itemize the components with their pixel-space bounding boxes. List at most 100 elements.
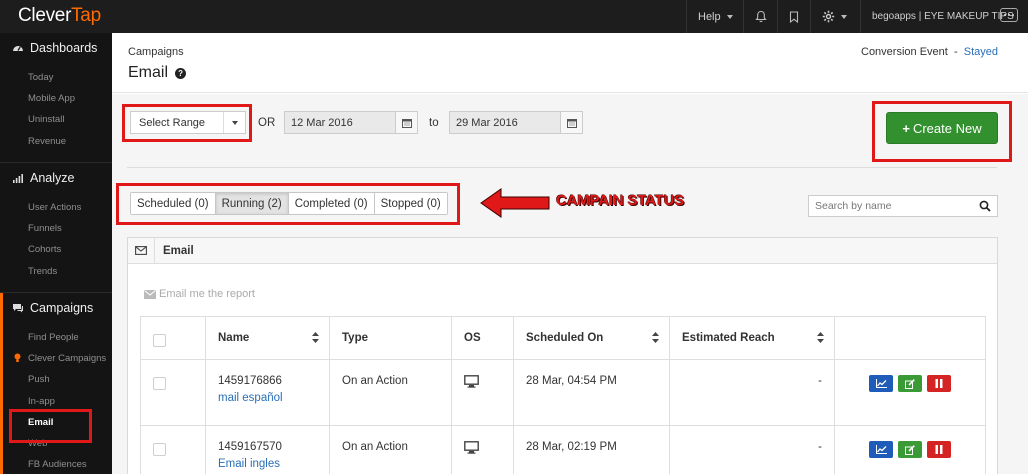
panel-title: Email [163, 245, 194, 257]
conversion-event: Conversion Event - Stayed [861, 46, 998, 58]
more-options-button[interactable] [1000, 8, 1018, 22]
sidebar-section-analyze[interactable]: Analyze [0, 163, 112, 193]
notifications-button[interactable] [755, 0, 767, 33]
dot-icon [1004, 14, 1006, 16]
pause-icon [935, 445, 943, 454]
sidebar-item-funnels[interactable]: Funnels [28, 223, 62, 234]
scheduled-on: 28 Mar, 02:19 PM [513, 425, 670, 474]
sidebar-item-clever-campaigns[interactable]: Clever Campaigns [28, 353, 106, 364]
sidebar-item-cohorts[interactable]: Cohorts [28, 244, 61, 255]
top-bar: CleverTap Help begoapps | EYE MAKEUP TIP… [0, 0, 1028, 33]
sidebar-item-mobile-app[interactable]: Mobile App [28, 93, 75, 104]
edit-icon [905, 444, 915, 455]
breadcrumb[interactable]: Campaigns [128, 46, 184, 58]
help-icon[interactable]: ? [175, 67, 187, 79]
to-label: to [429, 117, 439, 129]
row-checkbox[interactable] [153, 377, 166, 390]
dot-icon [1012, 14, 1014, 16]
line-chart-icon [875, 379, 887, 388]
dashboard-icon [13, 46, 23, 51]
calendar-icon [566, 118, 577, 128]
table-row: 1459167570 Email ingles On an Action 28 … [140, 425, 986, 474]
email-campaigns-panel: Email Email me the report Name Type OS S… [127, 237, 998, 474]
row-checkbox[interactable] [153, 443, 166, 456]
campaign-name-cell: 1459176866 mail español [205, 359, 330, 426]
view-stats-button[interactable] [869, 375, 893, 392]
sort-icon[interactable] [817, 332, 824, 343]
sidebar-item-fb-audiences[interactable]: FB Audiences [28, 459, 87, 470]
campaign-name-link[interactable]: mail español [218, 392, 317, 404]
page-header: Campaigns Email ? Conversion Event - Sta… [112, 33, 1028, 93]
calendar-button[interactable] [560, 112, 582, 133]
help-menu[interactable]: Help [698, 0, 733, 33]
pause-button[interactable] [927, 375, 951, 392]
divider [127, 167, 997, 168]
desktop-icon [464, 441, 479, 454]
search-icon[interactable] [979, 200, 991, 212]
calendar-button[interactable] [395, 112, 417, 133]
account-name[interactable]: begoapps | EYE MAKEUP TIPS [872, 0, 1014, 33]
edit-button[interactable] [898, 375, 922, 392]
sidebar-item-today[interactable]: Today [28, 72, 53, 83]
campaign-name-link[interactable]: Email ingles [218, 458, 317, 470]
bell-icon [755, 10, 767, 23]
gear-icon [822, 10, 835, 23]
panel-header: Email [128, 238, 997, 264]
sidebar-item-in-app[interactable]: In-app [28, 396, 55, 407]
from-date-field[interactable]: 12 Mar 2016 [284, 111, 418, 134]
highlight-box [122, 104, 252, 142]
row-select-cell [140, 359, 206, 426]
to-date-field[interactable]: 29 Mar 2016 [449, 111, 583, 134]
edit-button[interactable] [898, 441, 922, 458]
column-header-estimated-reach[interactable]: Estimated Reach [669, 316, 835, 360]
sort-icon[interactable] [312, 332, 319, 343]
campaigns-table: Name Type OS Scheduled On Estimated Reac… [140, 316, 986, 474]
column-header-scheduled-on[interactable]: Scheduled On [513, 316, 670, 360]
bulb-icon [14, 353, 21, 362]
sidebar-item-push[interactable]: Push [28, 374, 50, 385]
highlight-box [116, 183, 460, 225]
scheduled-on: 28 Mar, 04:54 PM [513, 359, 670, 426]
bookmark-icon [789, 10, 799, 23]
content-area: Select Range OR 12 Mar 2016 to 29 Mar 20… [112, 94, 1028, 474]
row-select-cell [140, 425, 206, 474]
row-actions [834, 359, 986, 426]
dot-icon [1008, 14, 1010, 16]
select-all-checkbox[interactable] [153, 334, 166, 347]
calendar-icon [401, 118, 412, 128]
envelope-cell [128, 238, 155, 263]
os-cell [451, 359, 514, 426]
main-content: Campaigns Email ? Conversion Event - Sta… [112, 33, 1028, 474]
campaign-id: 1459176866 [218, 375, 282, 387]
sidebar-item-user-actions[interactable]: User Actions [28, 202, 81, 213]
sidebar-item-revenue[interactable]: Revenue [28, 136, 66, 147]
campaign-type: On an Action [329, 359, 452, 426]
sidebar-item-find-people[interactable]: Find People [28, 332, 79, 343]
os-cell [451, 425, 514, 474]
conversion-event-link[interactable]: Stayed [964, 46, 998, 58]
sidebar-item-uninstall[interactable]: Uninstall [28, 114, 64, 125]
clevertap-logo[interactable]: CleverTap [18, 5, 101, 27]
view-stats-button[interactable] [869, 441, 893, 458]
campaign-name-cell: 1459167570 Email ingles [205, 425, 330, 474]
campaign-type: On an Action [329, 425, 452, 474]
campaign-id: 1459167570 [218, 441, 282, 453]
estimated-reach: - [669, 359, 835, 426]
column-header-name[interactable]: Name [205, 316, 330, 360]
settings-menu[interactable] [822, 0, 847, 33]
topbar-divider [686, 0, 687, 33]
bookmark-button[interactable] [789, 0, 799, 33]
email-report-link[interactable]: Email me the report [144, 288, 255, 300]
topbar-divider [777, 0, 778, 33]
pause-button[interactable] [927, 441, 951, 458]
sidebar-section-campaigns[interactable]: Campaigns [0, 293, 112, 323]
highlight-box [9, 409, 92, 443]
sort-icon[interactable] [652, 332, 659, 343]
highlight-box [872, 101, 1012, 162]
search-input[interactable]: Search by name [808, 195, 998, 217]
sidebar: Dashboards Today Mobile App Uninstall Re… [0, 33, 112, 474]
sidebar-item-trends[interactable]: Trends [28, 266, 57, 277]
sidebar-section-dashboards[interactable]: Dashboards [0, 33, 112, 63]
select-all-cell [140, 316, 206, 360]
column-header-os: OS [451, 316, 514, 360]
